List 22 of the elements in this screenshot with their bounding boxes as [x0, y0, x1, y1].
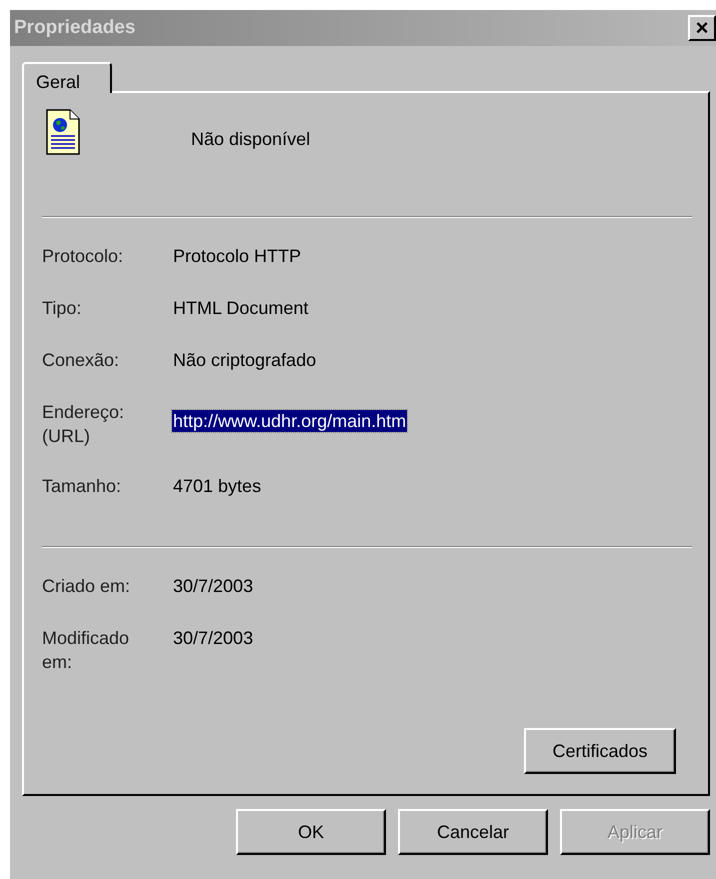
property-value: Protocolo HTTP	[172, 245, 302, 268]
property-label: Modificado em:	[42, 627, 130, 674]
dialog-button[interactable]: Cancelar	[398, 809, 548, 855]
window-title: Propriedades	[14, 17, 136, 39]
property-label: Tipo:	[42, 297, 82, 320]
property-value: Não criptografado	[172, 349, 318, 372]
dialog-button[interactable]: OK	[236, 809, 386, 855]
property-label: Tamanho:	[42, 475, 122, 498]
property-label: Criado em:	[42, 575, 132, 598]
property-value: 4701 bytes	[172, 475, 262, 498]
property-value: 30/7/2003	[172, 627, 254, 650]
property-label: Conexão:	[42, 349, 120, 372]
property-value: 30/7/2003	[172, 575, 254, 598]
property-label: Protocolo:	[42, 245, 124, 268]
property-value: http://www.udhr.org/main.htm	[172, 410, 408, 432]
property-label: Endereço: (URL)	[42, 401, 126, 448]
certificates-button[interactable]: Certificados	[524, 728, 676, 774]
close-button[interactable]: ×	[688, 15, 716, 41]
property-value: HTML Document	[172, 297, 310, 320]
web-document-icon	[46, 109, 80, 155]
file-name: Não disponível	[190, 128, 312, 151]
tab[interactable]: Geral	[22, 62, 112, 93]
